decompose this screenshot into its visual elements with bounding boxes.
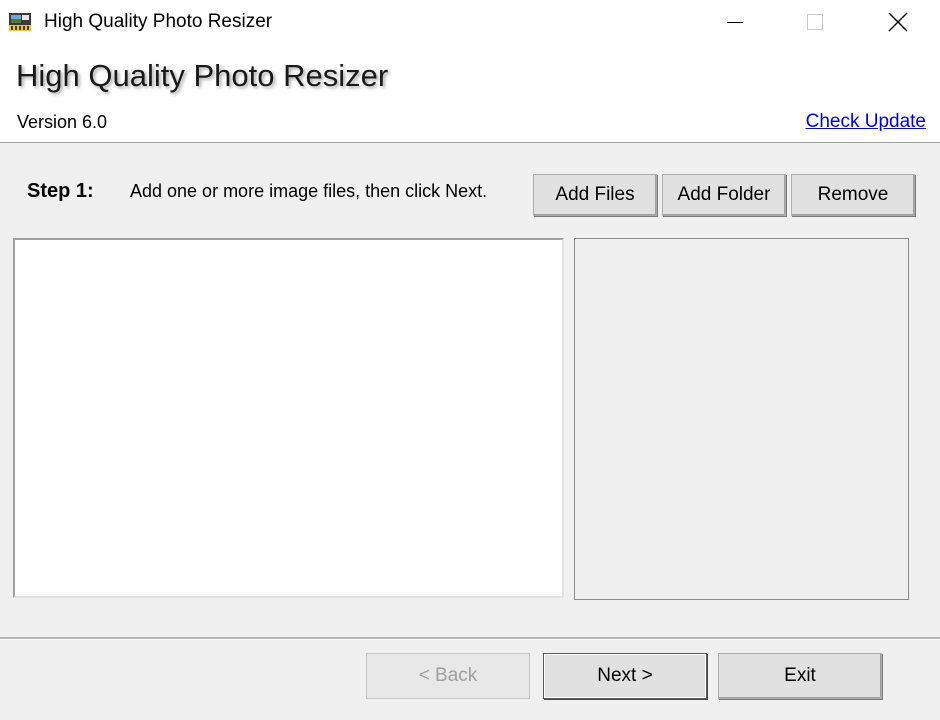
back-button: < Back <box>366 653 530 699</box>
footer-divider <box>0 637 940 640</box>
add-folder-button[interactable]: Add Folder <box>662 174 786 216</box>
next-button[interactable]: Next > <box>543 653 707 699</box>
app-header: High Quality Photo Resizer Version 6.0 C… <box>0 44 940 142</box>
window-title: High Quality Photo Resizer <box>44 11 273 32</box>
maximize-button[interactable] <box>792 0 838 44</box>
add-files-button[interactable]: Add Files <box>533 174 657 216</box>
step-description: Add one or more image files, then click … <box>130 181 488 201</box>
photo-resizer-app-icon <box>8 10 32 34</box>
close-icon <box>888 12 908 32</box>
exit-button[interactable]: Exit <box>718 653 882 699</box>
main-panel: Step 1: Add one or more image files, the… <box>0 143 940 720</box>
file-list[interactable] <box>13 238 564 598</box>
title-bar: High Quality Photo Resizer <box>0 0 940 44</box>
app-window: High Quality Photo Resizer High Quality … <box>0 0 940 720</box>
image-preview-pane <box>574 238 909 600</box>
minimize-button[interactable] <box>712 0 758 44</box>
close-button[interactable] <box>875 0 921 44</box>
check-update-link[interactable]: Check Update <box>806 111 926 133</box>
remove-button[interactable]: Remove <box>791 174 915 216</box>
app-title: High Quality Photo Resizer <box>16 58 389 93</box>
minimize-icon <box>727 22 743 23</box>
step-label: Step 1: <box>27 180 94 202</box>
maximize-icon <box>807 14 823 30</box>
version-label: Version 6.0 <box>17 112 108 132</box>
